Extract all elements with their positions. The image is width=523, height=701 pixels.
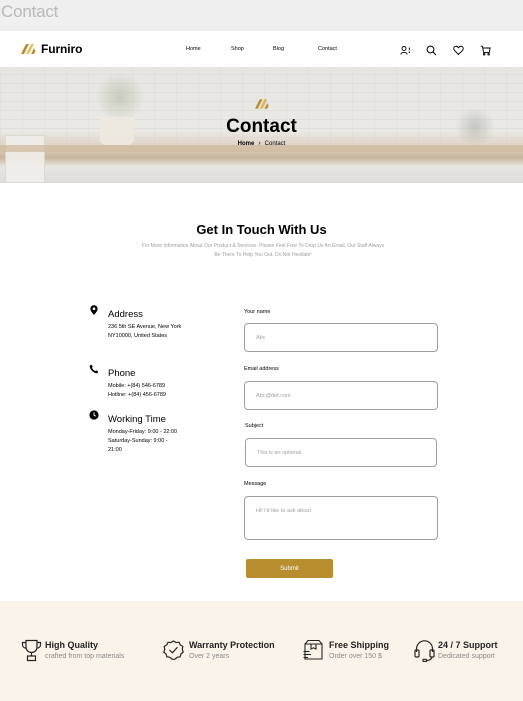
feature-subtitle: Order over 150 $: [329, 653, 382, 660]
clock-icon: [89, 410, 99, 420]
support-headset-icon: [414, 640, 435, 662]
feature-title: High Quality: [45, 640, 99, 650]
trophy-icon: [21, 639, 42, 662]
brand-name: Furniro: [41, 42, 83, 56]
phone-icon: [89, 364, 99, 374]
feature-subtitle: Dedicated support: [438, 653, 495, 660]
message-field[interactable]: [244, 496, 438, 540]
hero-banner: Contact Home › Contact: [0, 67, 523, 183]
brand-logo[interactable]: Furniro: [21, 42, 82, 56]
frame-label: Contact: [0, 0, 523, 31]
feature-title: Free Shipping: [329, 640, 390, 650]
nav-link-contact[interactable]: Contact: [318, 46, 337, 52]
features-strip: High Quality crafted from top materials …: [0, 601, 523, 701]
logo-mark-icon: [21, 44, 36, 54]
section-subtitle: For More Information About Our Product &…: [141, 243, 385, 258]
chevron-right-icon: ›: [258, 140, 261, 147]
section-title: Get In Touch With Us: [196, 222, 327, 237]
nav-link-blog[interactable]: Blog: [273, 46, 284, 52]
email-field[interactable]: [244, 381, 438, 410]
heart-icon[interactable]: [453, 43, 464, 56]
breadcrumb: Home › Contact: [0, 140, 523, 147]
submit-button[interactable]: Submit: [246, 559, 333, 578]
info-phone-title: Phone: [108, 368, 136, 379]
breadcrumb-home[interactable]: Home: [238, 141, 255, 147]
account-alert-icon[interactable]: [400, 43, 411, 55]
search-icon[interactable]: [426, 43, 437, 56]
guarantee-check-icon: [163, 640, 184, 660]
feature-subtitle: crafted from top materials: [45, 653, 125, 660]
subject-field[interactable]: [245, 438, 437, 467]
info-phone-text: Mobile: +(84) 546-6789 Hotline: +(84) 45…: [108, 383, 166, 398]
top-navigation: Furniro Home Shop Blog Contact: [0, 31, 523, 67]
shipping-box-icon: [303, 639, 323, 660]
nav-link-shop[interactable]: Shop: [231, 46, 244, 52]
info-working-time-text: Monday-Friday: 9:00 - 22:00 Saturday-Sun…: [108, 429, 178, 453]
email-label: Email address: [244, 366, 279, 372]
subject-label: Subject: [245, 423, 264, 429]
page-title: Contact: [226, 116, 297, 137]
feature-title: 24 / 7 Support: [438, 640, 498, 650]
name-label: Your name: [244, 309, 271, 315]
breadcrumb-current: Contact: [264, 141, 286, 147]
message-label: Message: [244, 481, 267, 487]
feature-title: Warranty Protection: [189, 640, 275, 650]
frame-label-text: Contact: [1, 2, 59, 21]
info-address-title: Address: [108, 309, 143, 320]
name-field[interactable]: [244, 323, 438, 352]
info-working-time-title: Working Time: [108, 414, 166, 425]
nav-link-home[interactable]: Home: [186, 46, 201, 52]
location-pin-icon: [90, 305, 98, 315]
cart-icon[interactable]: [480, 43, 491, 56]
logo-mark-icon: [255, 99, 269, 109]
feature-subtitle: Over 2 years: [189, 653, 230, 660]
info-address-text: 236 5th SE Avenue, New York NY10000, Uni…: [108, 324, 182, 339]
